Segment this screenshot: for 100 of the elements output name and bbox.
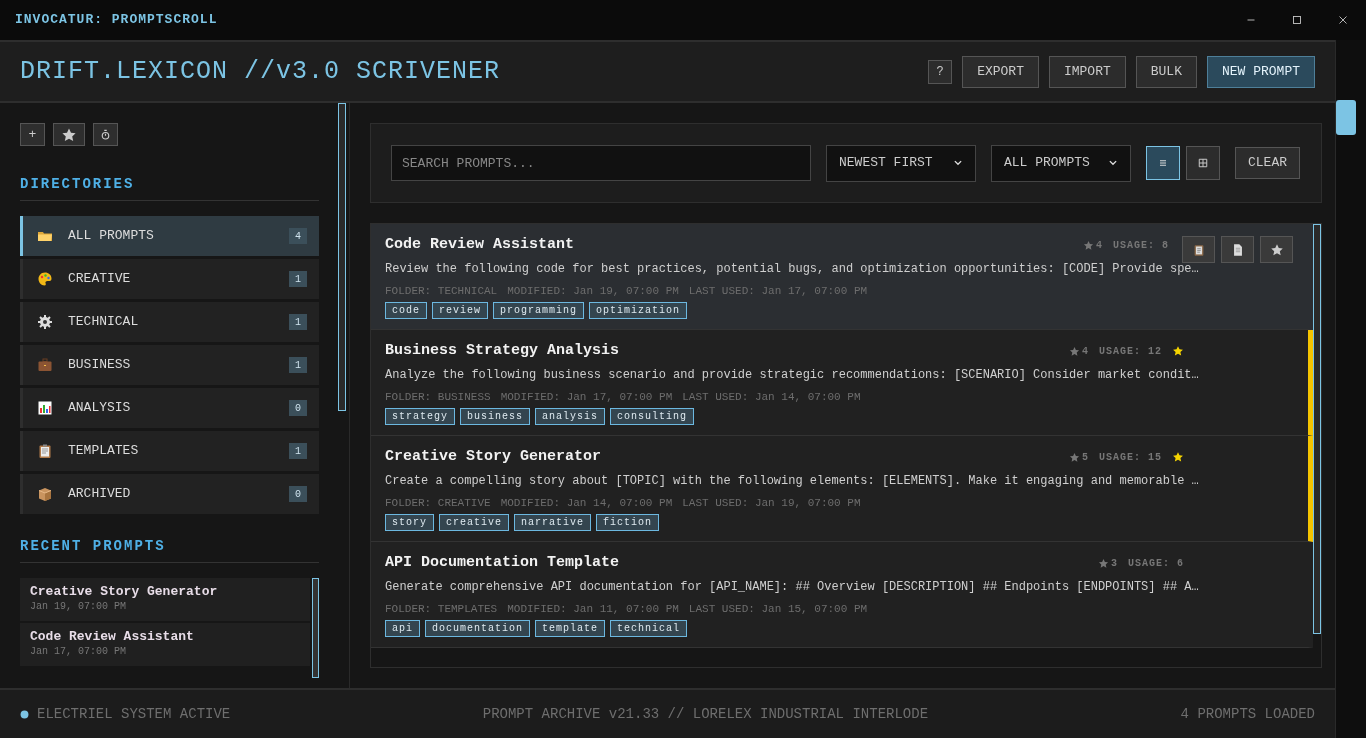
last-used-text: LAST USED: Jan 17, 07:00 PM (688, 283, 868, 299)
section-heading: RECENT PROMPTS (20, 536, 319, 563)
tag[interactable]: template (535, 620, 606, 637)
directory-item[interactable]: CREATIVE 1 (20, 259, 319, 299)
add-button[interactable]: + (20, 123, 45, 146)
tag[interactable]: documentation (425, 620, 531, 637)
modified-text: MODIFIED: Jan 14, 07:00 PM (500, 495, 673, 511)
toolbar-button[interactable]: NEW PROMPT (1207, 55, 1315, 88)
dropdown[interactable]: ALL PROMPTS (991, 144, 1131, 182)
star-icon (1269, 242, 1284, 257)
clipboard-icon (37, 443, 53, 459)
chart-icon (37, 400, 53, 416)
status-text: 4 PROMPTS LOADED (1180, 704, 1315, 724)
scrollbar-thumb[interactable] (338, 103, 346, 411)
copy-button[interactable] (1182, 236, 1215, 263)
star-icon (1082, 239, 1094, 251)
prompt-card[interactable] (371, 224, 1313, 330)
gear-icon (37, 314, 53, 330)
chevron-icon (1108, 158, 1118, 168)
directory-item[interactable]: ARCHIVED 0 (20, 474, 319, 514)
status-dot-icon (20, 709, 29, 719)
directory-label: ALL PROMPTS (68, 227, 154, 246)
chevron-icon (953, 158, 963, 168)
recent-title: Creative Story Generator (30, 584, 219, 600)
scrollbar-thumb[interactable] (1336, 100, 1356, 135)
directory-label: CREATIVE (68, 270, 131, 289)
help-button[interactable]: ? (928, 59, 953, 84)
tag[interactable]: fiction (596, 514, 660, 531)
last-used-text: LAST USED: Jan 14, 07:00 PM (682, 389, 861, 405)
rating-text: 3 (1110, 556, 1118, 571)
rating-text: 4 (1081, 344, 1089, 359)
briefcase-icon (37, 357, 53, 373)
toolbar-button[interactable]: BULK (1135, 55, 1197, 88)
tag[interactable]: consulting (610, 408, 695, 425)
directory-label: ARCHIVED (68, 485, 131, 504)
modified-text: MODIFIED: Jan 17, 07:00 PM (500, 389, 673, 405)
prompt-description: Analyze the following business scenario and provide strategic recommendations: [SCENARIO] Consider market condit… (385, 366, 1200, 384)
tag[interactable]: story (385, 514, 434, 531)
tag[interactable]: review (432, 302, 489, 319)
tag[interactable]: narrative (514, 514, 592, 531)
usage-text: USAGE: 8 (1113, 238, 1169, 253)
count-badge: 1 (289, 271, 307, 287)
recent-date: Jan 19, 07:00 PM (30, 600, 127, 614)
prompt-description: Create a compelling story about [TOPIC] with the following elements: [ELEMENTS]. Make it engaging and memorable … (385, 472, 1200, 490)
tag[interactable]: programming (493, 302, 585, 319)
folder-text: FOLDER: TECHNICAL (385, 283, 498, 299)
tag[interactable]: technical (610, 620, 688, 637)
status-text: PROMPT ARCHIVE v21.33 // LORELEX INDUSTRIAL INTERLODE (482, 704, 929, 724)
recent-date: Jan 17, 07:00 PM (30, 645, 127, 659)
recent-button[interactable] (93, 123, 118, 146)
folder-text: FOLDER: CREATIVE (385, 495, 491, 511)
toolbar-button[interactable]: IMPORT (1048, 55, 1126, 88)
directory-label: BUSINESS (68, 356, 131, 375)
usage-text: USAGE: 15 (1099, 450, 1162, 465)
directory-item[interactable]: ANALYSIS 0 (20, 388, 319, 428)
section-heading: DIRECTORIES (20, 174, 319, 201)
count-badge: 0 (289, 486, 307, 502)
folder-text: FOLDER: TEMPLATES (385, 601, 498, 617)
directory-item[interactable]: TECHNICAL 1 (20, 302, 319, 342)
directory-item[interactable]: BUSINESS 1 (20, 345, 319, 385)
scrollbar-thumb[interactable] (1313, 224, 1321, 634)
favorites-button[interactable] (53, 123, 85, 146)
usage-text: USAGE: 6 (1128, 556, 1184, 571)
prompt-title: API Documentation Template (385, 553, 620, 573)
folder-text: FOLDER: BUSINESS (385, 389, 491, 405)
favorite-button[interactable] (1260, 236, 1293, 263)
palette-icon (37, 271, 53, 287)
dropdown[interactable]: NEWEST FIRST (826, 144, 976, 182)
prompt-card[interactable] (371, 542, 1313, 648)
grid-view-button[interactable] (1186, 146, 1220, 180)
tag[interactable]: analysis (535, 408, 606, 425)
directory-label: TECHNICAL (68, 313, 139, 332)
list-view-button[interactable] (1146, 146, 1180, 180)
tag[interactable]: creative (439, 514, 510, 531)
prompt-title: Business Strategy Analysis (385, 341, 620, 361)
directory-item[interactable]: TEMPLATES 1 (20, 431, 319, 471)
list-icon (1157, 157, 1169, 169)
status-text: ELECTRIEL SYSTEM ACTIVE (37, 704, 231, 724)
maximize-icon (1290, 13, 1304, 27)
tag[interactable]: code (385, 302, 427, 319)
recent-item[interactable]: Creative Story Generator Jan 19, 07:00 PM (20, 578, 310, 621)
tag[interactable]: strategy (385, 408, 455, 425)
directory-label: ANALYSIS (68, 399, 131, 418)
scrollbar[interactable] (1335, 40, 1366, 738)
clear-button[interactable]: CLEAR (1235, 147, 1300, 179)
search-field[interactable]: SEARCH PROMPTS... (391, 145, 811, 181)
tag[interactable]: api (385, 620, 420, 637)
recent-item[interactable]: Code Review Assistant Jan 17, 07:00 PM (20, 623, 310, 666)
document-button[interactable] (1221, 236, 1254, 263)
prompt-title: Creative Story Generator (385, 447, 602, 467)
toolbar-button[interactable]: EXPORT (962, 55, 1039, 88)
scrollbar-thumb[interactable] (312, 578, 319, 678)
tag[interactable]: business (460, 408, 531, 425)
count-badge: 0 (289, 400, 307, 416)
grid-icon (1197, 157, 1209, 169)
directory-item[interactable]: ALL PROMPTS 4 (20, 216, 319, 256)
window-title: INVOCATUR: PROMPTSCROLL (15, 11, 218, 30)
tag[interactable]: optimization (589, 302, 688, 319)
count-badge: 1 (289, 357, 307, 373)
usage-text: USAGE: 12 (1099, 344, 1162, 359)
